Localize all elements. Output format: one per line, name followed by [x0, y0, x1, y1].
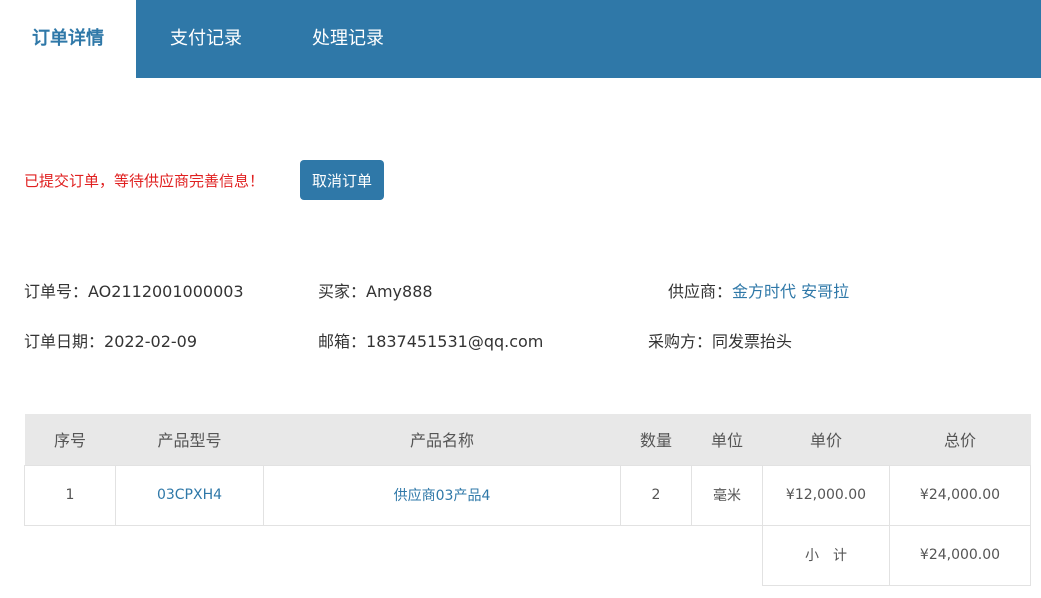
order-items-table: 序号 产品型号 产品名称 数量 单位 单价 总价 1 03CPXH4 供应商03… — [24, 414, 1031, 586]
table-row: 1 03CPXH4 供应商03产品4 2 毫米 ¥12,000.00 ¥24,0… — [24, 464, 1031, 526]
cell-unit-price: ¥12,000.00 — [762, 464, 890, 526]
email-label: 邮箱： — [318, 332, 367, 351]
supplier: 供应商：金方时代 安哥拉 — [668, 278, 849, 302]
supplier-label: 供应商： — [668, 282, 733, 301]
order-number-value: AO2112001000003 — [88, 282, 244, 301]
col-header-quantity: 数量 — [620, 414, 692, 465]
subtotal-value: ¥24,000.00 — [889, 524, 1031, 586]
email: 邮箱：1837451531@qq.com — [318, 328, 543, 352]
cell-index: 1 — [24, 464, 116, 526]
purchaser: 采购方：同发票抬头 — [648, 328, 792, 352]
product-model-link[interactable]: 03CPXH4 — [115, 464, 264, 526]
buyer: 买家：Amy888 — [318, 278, 433, 302]
purchaser-value: 同发票抬头 — [712, 332, 793, 351]
col-header-total: 总价 — [889, 414, 1031, 465]
col-header-index: 序号 — [24, 414, 116, 465]
tab-order-details[interactable]: 订单详情 — [0, 0, 136, 78]
order-date: 订单日期：2022-02-09 — [24, 328, 197, 352]
order-status-message: 已提交订单，等待供应商完善信息！ — [24, 172, 265, 190]
tab-payment-records[interactable]: 支付记录 — [170, 0, 242, 78]
cell-unit: 毫米 — [691, 464, 763, 526]
cancel-order-button[interactable]: 取消订单 — [300, 160, 384, 200]
subtotal-spacer — [25, 525, 763, 585]
col-header-model: 产品型号 — [115, 414, 264, 465]
subtotal-label: 小 计 — [762, 524, 890, 586]
order-number: 订单号：AO2112001000003 — [24, 278, 244, 302]
order-date-value: 2022-02-09 — [104, 332, 197, 351]
order-number-label: 订单号： — [24, 282, 89, 301]
cell-quantity: 2 — [620, 464, 692, 526]
table-header-row: 序号 产品型号 产品名称 数量 单位 单价 总价 — [24, 414, 1031, 465]
tab-processing-records[interactable]: 处理记录 — [312, 0, 384, 78]
tab-bar: 订单详情 支付记录 处理记录 — [0, 0, 1041, 78]
purchaser-label: 采购方： — [648, 332, 713, 351]
buyer-label: 买家： — [318, 282, 367, 301]
supplier-link[interactable]: 金方时代 安哥拉 — [732, 282, 849, 301]
order-date-label: 订单日期： — [24, 332, 105, 351]
buyer-value: Amy888 — [366, 282, 433, 301]
col-header-unit: 单位 — [691, 414, 763, 465]
email-value: 1837451531@qq.com — [366, 332, 544, 351]
cell-total: ¥24,000.00 — [889, 464, 1031, 526]
subtotal-row: 小 计 ¥24,000.00 — [25, 524, 1031, 586]
col-header-name: 产品名称 — [263, 414, 621, 465]
product-name-link[interactable]: 供应商03产品4 — [263, 464, 621, 526]
col-header-unit-price: 单价 — [762, 414, 890, 465]
